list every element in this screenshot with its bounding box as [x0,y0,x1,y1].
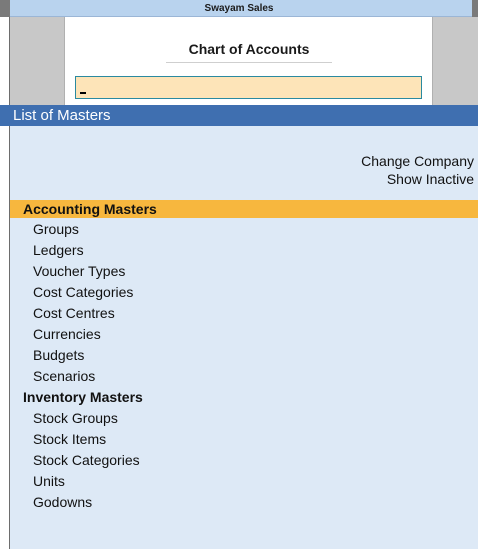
list-item-voucher-types[interactable]: Voucher Types [33,261,125,282]
list-header: List of Masters [10,105,478,126]
chart-of-accounts-dialog: Chart of Accounts [66,17,432,105]
list-item-godowns[interactable]: Godowns [33,492,92,513]
title-bar-right-edge [472,0,478,17]
section-inventory-masters[interactable]: Inventory Masters [23,389,143,405]
section-accounting-masters[interactable]: Accounting Masters [10,200,478,218]
company-name: Swayam Sales [204,3,274,14]
list-item-units[interactable]: Units [33,471,65,492]
title-underline [166,62,332,63]
list-item-stock-groups[interactable]: Stock Groups [33,408,118,429]
list-item-budgets[interactable]: Budgets [33,345,84,366]
list-item-cost-categories[interactable]: Cost Categories [33,282,133,303]
dialog-left-margin [10,17,65,105]
show-inactive-option[interactable]: Show Inactive [387,171,474,187]
change-company-option[interactable]: Change Company [361,153,474,169]
list-item-scenarios[interactable]: Scenarios [33,366,95,387]
tally-window: Swayam Sales Chart of Accounts List of M… [0,0,478,549]
text-cursor [80,92,86,94]
list-item-groups[interactable]: Groups [33,219,79,240]
list-item-ledgers[interactable]: Ledgers [33,240,84,261]
list-item-stock-categories[interactable]: Stock Categories [33,450,140,471]
title-bar: Swayam Sales [0,0,478,17]
list-header-cap [0,105,10,126]
master-select-input[interactable] [75,76,422,99]
dialog-title: Chart of Accounts [188,41,310,57]
list-item-cost-centres[interactable]: Cost Centres [33,303,115,324]
list-of-masters: Change Company Show Inactive Accounting … [10,126,478,549]
list-item-stock-items[interactable]: Stock Items [33,429,106,450]
list-item-currencies[interactable]: Currencies [33,324,101,345]
dialog-right-margin [432,17,478,105]
